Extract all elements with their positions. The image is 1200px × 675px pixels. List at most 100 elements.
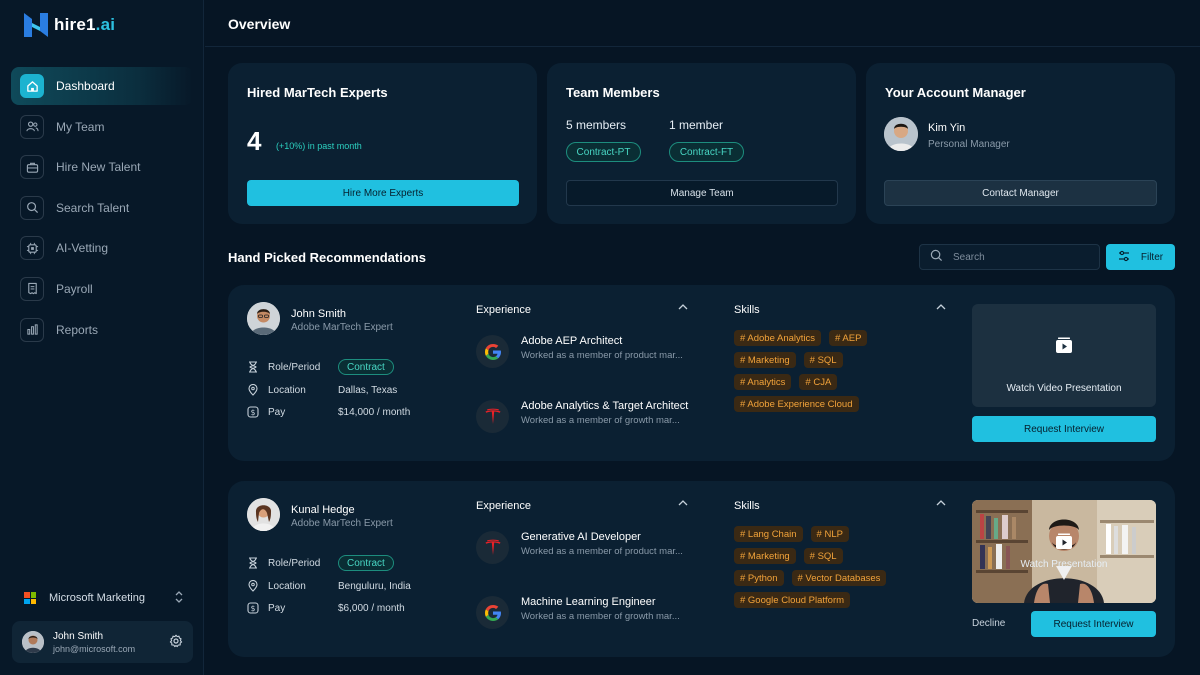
sidebar-item-label: Reports [56,322,99,337]
skill-tag: # Adobe Analytics [734,330,821,346]
skill-tag: # SQL [803,352,843,368]
skill-tag: # Marketing [734,548,796,564]
card-title: Team Members [566,85,660,100]
card-title: Hired MarTech Experts [247,85,388,100]
experience-title: Adobe AEP Architect [521,335,623,347]
candidate-avatar [247,302,280,335]
skill-tag: # Vector Databases [791,570,887,586]
experience-title: Adobe Analytics & Target Architect [521,400,689,412]
contract-pill: Contract [338,359,394,375]
sidebar-item-my-team[interactable]: My Team [11,108,193,146]
org-switcher[interactable]: Microsoft Marketing [24,590,184,606]
sidebar-item-label: Dashboard [56,79,115,93]
chip-icon [20,236,44,261]
skill-tags: # Lang Chain # NLP # Marketing # SQL # Pyt… [734,526,924,614]
skill-tag: # Analytics [734,374,792,390]
chevron-up-icon[interactable] [936,498,946,509]
location-pin-icon [247,580,259,592]
card-title: Your Account Manager [885,85,1026,100]
skill-tag: # Marketing [734,352,796,368]
sidebar-item-label: My Team [56,119,105,134]
skill-tag: # Google Cloud Platform [734,592,851,608]
skills-heading: Skills [734,304,760,316]
page-title: Overview [228,16,291,32]
top-bar: Overview [205,0,1200,47]
member-count-ft: 1 member [669,118,724,132]
user-profile-card[interactable]: John Smith john@microsoft.com [12,621,193,663]
manage-team-button[interactable]: Manage Team [566,180,838,206]
location-pin-icon [247,384,259,396]
dollar-icon: $ [247,406,259,418]
sidebar-item-reports[interactable]: Reports [11,311,193,349]
experience-desc: Worked as a member of product mar... [521,350,683,361]
dollar-icon: $ [247,602,259,614]
candidate-name[interactable]: John Smith [291,308,346,320]
sidebar-item-ai-vetting[interactable]: AI-Vetting [11,229,193,267]
sidebar-nav: Dashboard My Team Hire New Talent Search… [11,67,193,351]
contact-manager-button[interactable]: Contact Manager [884,180,1157,206]
chevron-up-icon[interactable] [678,498,688,509]
play-icon [1055,336,1073,359]
video-label: Watch Presentation [1020,559,1108,570]
tesla-logo-icon [476,400,509,433]
sidebar-item-label: Hire New Talent [56,160,141,175]
decline-button[interactable]: Decline [972,618,1005,629]
video-presentation[interactable]: Watch Presentation [972,500,1156,603]
location-label: Location [268,580,306,592]
candidate-title: Adobe MarTech Expert [291,518,393,529]
role-label: Role/Period [268,557,321,569]
search-placeholder: Search [953,251,985,263]
request-interview-button[interactable]: Request Interview [1031,611,1156,637]
experience-title: Generative AI Developer [521,531,641,543]
skill-tag: # CJA [799,374,838,390]
sidebar-item-label: Search Talent [56,200,130,215]
location-value: Benguluru, India [338,580,411,592]
location-row: Location Dallas, Texas [247,384,397,396]
contract-pill: Contract [338,555,394,571]
search-icon [930,249,943,265]
experience-title: Machine Learning Engineer [521,596,656,608]
candidate-name[interactable]: Kunal Hedge [291,504,355,516]
experience-item: Machine Learning Engineer Worked as a me… [476,596,680,629]
brand-logo[interactable]: hire1.ai [24,13,115,37]
account-manager-card: Your Account Manager Kim Yin Personal Ma… [866,63,1175,224]
growth-text: (+10%) in past month [276,141,362,151]
sidebar-item-dashboard[interactable]: Dashboard [11,67,193,105]
filter-button[interactable]: Filter [1106,244,1175,270]
pay-value: $14,000 / month [338,406,411,418]
bar-chart-icon [20,317,44,342]
experience-heading: Experience [476,304,532,316]
hourglass-icon [247,557,259,569]
skill-tag: # NLP [810,526,849,542]
microsoft-logo-icon [24,592,36,604]
experience-desc: Worked as a member of growth mar... [521,415,680,426]
google-logo-icon [476,596,509,629]
chevron-up-icon[interactable] [678,302,688,313]
team-icon [20,114,44,139]
section-title: Hand Picked Recommendations [228,250,426,265]
gear-icon[interactable] [169,634,183,653]
sidebar-item-search-talent[interactable]: Search Talent [11,189,193,227]
role-row: Role/Period Contract [247,555,394,571]
hire1-logo-icon [24,13,48,37]
pay-label: Pay [268,602,286,614]
chevron-up-down-icon [174,590,184,606]
user-email: john@microsoft.com [53,643,136,654]
sidebar-item-hire-new-talent[interactable]: Hire New Talent [11,148,193,186]
skill-tag: # Python [734,570,784,586]
search-input[interactable]: Search [919,244,1100,270]
pay-row: $ Pay $14,000 / month [247,406,410,418]
video-presentation[interactable]: Watch Video Presentation [972,304,1156,407]
hire-more-experts-button[interactable]: Hire More Experts [247,180,519,206]
user-name: John Smith [53,630,104,642]
search-icon [20,195,44,220]
sidebar-item-payroll[interactable]: Payroll [11,270,193,308]
request-interview-button[interactable]: Request Interview [972,416,1156,442]
member-count-pt: 5 members [566,118,627,132]
experience-item: Adobe Analytics & Target Architect Worke… [476,400,688,433]
google-logo-icon [476,335,509,368]
chevron-up-icon[interactable] [936,302,946,313]
hourglass-icon [247,361,259,373]
recommendation-card: John Smith Adobe MarTech Expert Role/Per… [228,285,1175,461]
brand-name: hire1.ai [54,15,116,34]
